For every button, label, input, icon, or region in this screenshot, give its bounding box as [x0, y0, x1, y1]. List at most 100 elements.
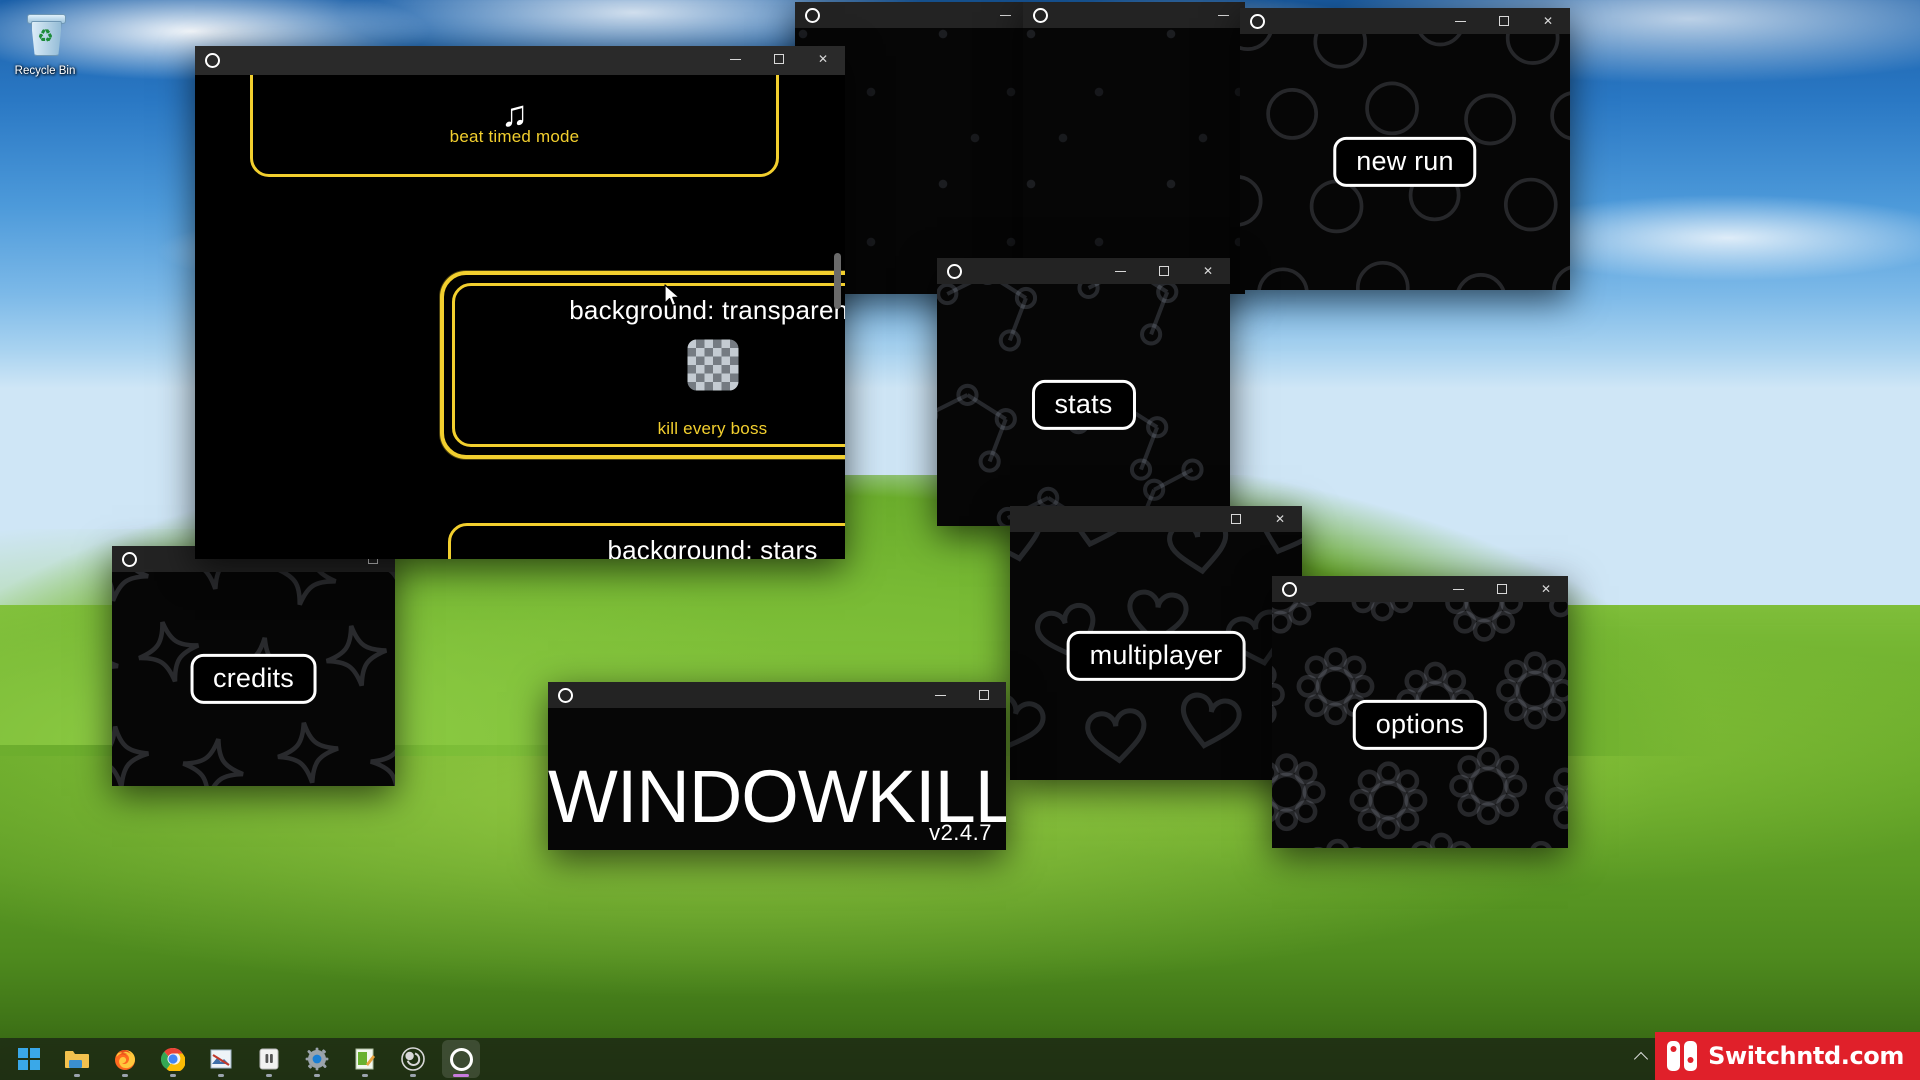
taskbar-file-explorer[interactable] [58, 1040, 96, 1078]
window-controls: ✕ [1438, 8, 1570, 34]
credits-label: credits [213, 662, 294, 693]
taskbar-settings-gear[interactable] [298, 1040, 336, 1078]
window-controls: ✕ [713, 46, 845, 72]
windowkill-circle-icon [805, 7, 820, 23]
window-body: stats [937, 284, 1230, 526]
setting-card-title: background: stars [607, 535, 818, 559]
multiplayer-button[interactable]: multiplayer [1066, 630, 1246, 682]
stats-button[interactable]: stats [1031, 379, 1136, 431]
game-window-stats[interactable]: ✕ stats [937, 258, 1230, 526]
maximize-button[interactable] [757, 46, 801, 72]
desktop-icon-label: Recycle Bin [14, 65, 76, 77]
minimize-button[interactable] [1438, 8, 1482, 34]
credits-button[interactable]: credits [190, 653, 317, 705]
setting-card-subtitle: kill every boss [657, 419, 768, 438]
maximize-button[interactable] [1480, 576, 1524, 602]
pattern-dots [1023, 28, 1245, 294]
game-window-credits[interactable]: credits [112, 546, 395, 786]
window-body: credits [112, 572, 395, 786]
window-controls: ✕ [1098, 258, 1230, 284]
game-window-multiplayer[interactable]: ✕ multiplayer [1010, 506, 1302, 780]
new-run-button[interactable]: new run [1333, 136, 1477, 188]
titlebar[interactable]: ✕ [1272, 576, 1568, 603]
minimize-button[interactable] [918, 682, 962, 708]
taskbar-google-chrome[interactable] [154, 1040, 192, 1078]
titlebar[interactable]: ✕ [195, 46, 845, 76]
taskbar-photo-editor[interactable] [202, 1040, 240, 1078]
nintendo-switch-icon [1665, 1039, 1699, 1073]
titlebar[interactable] [795, 2, 1027, 29]
window-controls: ✕ [1436, 576, 1568, 602]
window-controls [983, 2, 1027, 28]
maximize-button[interactable] [1142, 258, 1186, 284]
game-window-title[interactable]: WINDOWKILL v2.4.7 [548, 682, 1006, 850]
titlebar[interactable]: ✕ [1240, 8, 1570, 35]
taskbar-apps [10, 1040, 480, 1078]
stats-label: stats [1054, 388, 1113, 419]
taskbar-obs-studio[interactable] [394, 1040, 432, 1078]
maximize-button[interactable] [962, 682, 1006, 708]
minimize-button[interactable] [1098, 258, 1142, 284]
windowkill-circle-icon [558, 687, 573, 703]
window-controls: ✕ [1214, 506, 1302, 532]
minimize-button[interactable] [713, 46, 757, 72]
windowkill-circle-icon [1282, 581, 1297, 597]
titlebar[interactable]: ✕ [937, 258, 1230, 285]
windowkill-circle-icon [1033, 7, 1048, 23]
taskbar [0, 1038, 1920, 1080]
version-label: v2.4.7 [929, 820, 992, 845]
options-button[interactable]: options [1352, 699, 1488, 751]
watermark: Switchntd.com [1655, 1032, 1920, 1080]
minimize-button[interactable] [1436, 576, 1480, 602]
minimize-button[interactable] [983, 2, 1027, 28]
setting-card-title: background: transparent [569, 295, 845, 325]
titlebar[interactable] [1023, 2, 1245, 29]
window-controls [918, 682, 1006, 708]
taskbar-note-editor[interactable] [346, 1040, 384, 1078]
windowkill-circle-icon [947, 263, 962, 279]
game-window-settings[interactable]: ✕ ♫ beat timed mode background: transpar… [195, 46, 845, 559]
window-body: new run [1240, 34, 1570, 290]
taskbar-plugin-app[interactable] [250, 1040, 288, 1078]
windowkill-circle-icon [1250, 13, 1265, 29]
taskbar-start-button[interactable] [10, 1040, 48, 1078]
titlebar[interactable] [548, 682, 1006, 709]
taskbar-windowkill[interactable] [442, 1040, 480, 1078]
desktop-icon-recycle-bin[interactable]: ♻ Recycle Bin [6, 10, 84, 78]
vertical-scrollbar[interactable] [834, 253, 841, 309]
window-body: options [1272, 602, 1568, 848]
setting-card-background-stars[interactable]: background: stars [440, 515, 845, 559]
titlebar[interactable]: ✕ [1010, 506, 1302, 533]
game-window-options[interactable]: ✕ options [1272, 576, 1568, 848]
screen: ♻ Recycle Bin ✕ new run ✕ stats ✕ multip… [0, 0, 1920, 1080]
watermark-text: Switchntd.com [1708, 1042, 1904, 1070]
maximize-button[interactable] [1214, 506, 1258, 532]
setting-card-subtitle: beat timed mode [449, 127, 580, 146]
window-body: multiplayer [1010, 532, 1302, 780]
settings-scroll-area[interactable]: ♫ beat timed mode background: transparen… [195, 75, 845, 559]
window-body [1023, 28, 1245, 294]
window-body: ♫ beat timed mode background: transparen… [195, 75, 845, 559]
windowkill-circle-icon [122, 551, 137, 567]
close-button[interactable]: ✕ [1524, 576, 1568, 602]
game-window-new-run[interactable]: ✕ new run [1240, 8, 1570, 290]
maximize-button[interactable] [1482, 8, 1526, 34]
close-button[interactable]: ✕ [1186, 258, 1230, 284]
minimize-button[interactable] [1201, 2, 1245, 28]
setting-card-background-transparent[interactable]: background: transparent kill every boss [440, 271, 845, 459]
checker-swatch-icon [687, 339, 738, 391]
multiplayer-label: multiplayer [1089, 639, 1223, 670]
show-hidden-icons-chevron[interactable] [1633, 1051, 1649, 1067]
game-window-blank-mid[interactable] [1023, 2, 1245, 294]
taskbar-firefox[interactable] [106, 1040, 144, 1078]
windowkill-circle-icon [205, 53, 220, 68]
recycle-bin-icon: ♻ [21, 10, 69, 62]
setting-card-beat-timed-mode[interactable]: ♫ beat timed mode [242, 75, 787, 185]
close-button[interactable]: ✕ [1258, 506, 1302, 532]
close-button[interactable]: ✕ [1526, 8, 1570, 34]
close-button[interactable]: ✕ [801, 46, 845, 72]
new-run-label: new run [1356, 145, 1454, 176]
options-label: options [1375, 708, 1465, 739]
window-controls [1201, 2, 1245, 28]
window-body: WINDOWKILL v2.4.7 [548, 708, 1006, 850]
